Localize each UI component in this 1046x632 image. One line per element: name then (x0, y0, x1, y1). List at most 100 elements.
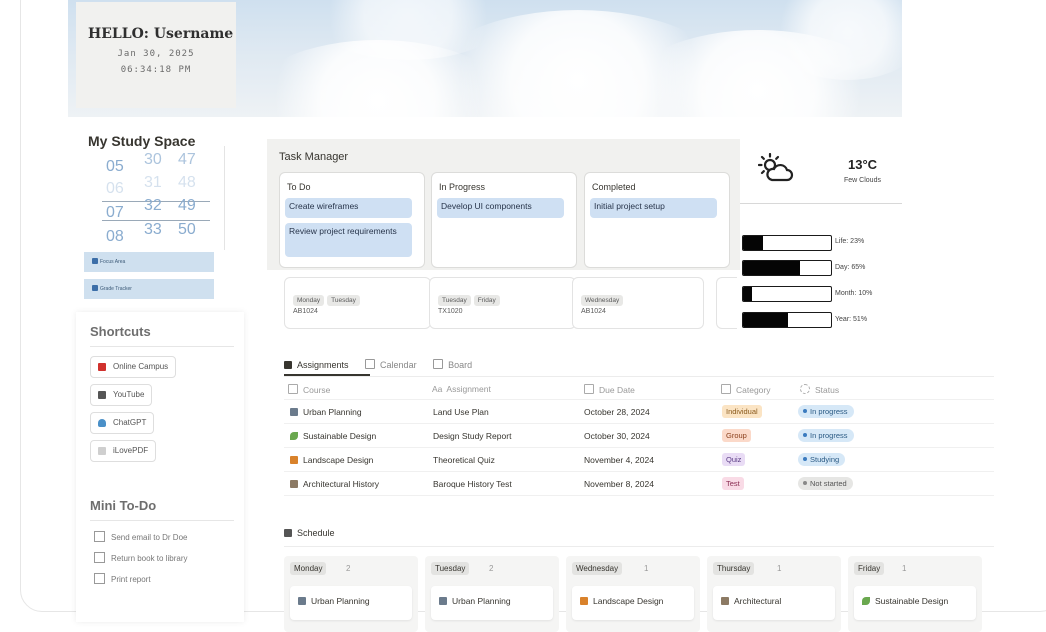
schedule-title: Schedule (284, 528, 335, 538)
chart-icon (92, 285, 98, 291)
completed-column: Completed Initial project setup (584, 172, 730, 268)
column-header-category[interactable]: Category (721, 384, 771, 395)
table-cell-course[interactable]: Landscape Design (290, 455, 373, 465)
list-icon (288, 384, 298, 394)
clock-minute: 32 (144, 197, 162, 214)
course-day-card[interactable]: Tuesday Friday TX1020 (429, 277, 576, 329)
clock-second: 48 (178, 174, 196, 191)
current-date: Jan 30, 2025 (117, 49, 195, 59)
shortcut-ilovepdf[interactable]: iLovePDF (90, 440, 157, 462)
schedule-event[interactable]: Urban Planning (431, 586, 553, 620)
course-day-card[interactable]: Monday Tuesday AB1024 (284, 277, 431, 329)
table-cell-assignment[interactable]: Theoretical Quiz (433, 455, 495, 465)
tab-board[interactable]: Board (433, 359, 472, 370)
category-badge: Group (722, 429, 751, 442)
status-icon (800, 384, 810, 394)
leaf-icon (290, 432, 298, 440)
column-header-course[interactable]: Course (288, 384, 330, 395)
column-icon (721, 597, 729, 605)
table-cell-course[interactable]: Architectural History (290, 479, 379, 489)
building-icon (298, 597, 306, 605)
schedule-event[interactable]: Urban Planning (290, 586, 412, 620)
course-code: AB1024 (293, 308, 318, 315)
clock-second: 50 (178, 221, 196, 238)
day-tag: Tuesday (438, 295, 471, 306)
month-progress-label: Month: 10% (835, 290, 873, 297)
table-cell-course[interactable]: Urban Planning (290, 407, 362, 417)
task-card[interactable]: Create wireframes (285, 198, 412, 218)
greeting-card: HELLO: Username Jan 30, 2025 06:34:18 PM (76, 2, 236, 108)
checkbox[interactable] (94, 573, 105, 584)
status-badge: Studying (798, 453, 846, 466)
shortcut-youtube[interactable]: YouTube (90, 384, 153, 406)
schedule-event[interactable]: Landscape Design (572, 586, 694, 620)
day-progress-label: Day: 65% (835, 264, 866, 271)
day-progress-bar (742, 260, 832, 276)
table-cell-due-date: October 30, 2024 (584, 431, 650, 441)
day-label: Monday (290, 562, 327, 575)
todo-item[interactable]: Return book to library (94, 552, 187, 563)
schedule-event[interactable]: Sustainable Design (854, 586, 976, 620)
landscape-icon (290, 456, 298, 464)
focus-area-button[interactable]: Focus Area (84, 252, 214, 272)
task-card[interactable]: Review project requirements (285, 223, 412, 257)
status-badge: In progress (798, 429, 854, 442)
year-progress-bar (742, 312, 832, 328)
table-cell-course[interactable]: Sustainable Design (290, 431, 376, 441)
grade-tracker-button[interactable]: Grade Tracker (84, 279, 214, 299)
column-header-due-date[interactable]: Due Date (584, 384, 635, 395)
clock-hour: 06 (106, 180, 124, 197)
day-count: 1 (777, 564, 782, 573)
todo-item[interactable]: Send email to Dr Doe (94, 531, 187, 542)
weather-widget: 13°C Few Clouds (740, 139, 902, 204)
shortcut-online-campus[interactable]: Online Campus (90, 356, 177, 378)
clock-minute: 33 (144, 221, 162, 238)
todo-item[interactable]: Print report (94, 573, 151, 584)
progress-fill (743, 313, 788, 327)
shortcut-chatgpt[interactable]: ChatGPT (90, 412, 155, 434)
target-icon (92, 258, 98, 264)
category-badge: Individual (722, 405, 762, 418)
table-cell-assignment[interactable]: Baroque History Test (433, 479, 512, 489)
in-progress-column: In Progress Develop UI components (431, 172, 577, 268)
mini-todo-title: Mini To-Do (90, 498, 157, 513)
bus-icon (284, 529, 292, 537)
task-card[interactable]: Develop UI components (437, 198, 564, 218)
table-cell-assignment[interactable]: Land Use Plan (433, 407, 489, 417)
day-count: 1 (644, 564, 649, 573)
tv-icon (98, 391, 106, 399)
current-time: 06:34:18 PM (120, 65, 192, 75)
category-badge: Test (722, 477, 744, 490)
weather-description: Few Clouds (844, 177, 881, 184)
course-day-card-partial[interactable] (716, 277, 737, 329)
table-cell-due-date: November 8, 2024 (584, 479, 654, 489)
clock-minute: 31 (144, 174, 162, 191)
tab-assignments[interactable]: Assignments (284, 360, 349, 370)
column-header-assignment[interactable]: Aa Assignment (432, 384, 491, 394)
schedule-day-thursday: Thursday 1 Architectural (707, 556, 841, 632)
course-code: TX1020 (438, 308, 463, 315)
course-day-card[interactable]: Wednesday AB1024 (572, 277, 704, 329)
task-manager: Task Manager To Do Create wireframes Rev… (267, 139, 740, 270)
flip-clock: 05 30 47 06 31 48 07 32 49 08 33 50 (88, 146, 225, 250)
schedule-event[interactable]: Architectural (713, 586, 835, 620)
day-label: Wednesday (572, 562, 623, 575)
year-progress-label: Year: 51% (835, 316, 868, 323)
day-label: Friday (854, 562, 885, 575)
checkbox[interactable] (94, 531, 105, 542)
status-badge: In progress (798, 405, 854, 418)
column-header-status[interactable]: Status (800, 384, 839, 395)
life-progress-bar (742, 235, 832, 251)
day-count: 2 (346, 564, 351, 573)
board-icon (433, 359, 444, 369)
book-icon (98, 363, 106, 371)
checkbox[interactable] (94, 552, 105, 563)
tag-icon (721, 384, 731, 394)
table-cell-assignment[interactable]: Design Study Report (433, 431, 511, 441)
day-label: Tuesday (431, 562, 470, 575)
landscape-icon (580, 597, 588, 605)
progress-fill (743, 261, 801, 275)
tab-calendar[interactable]: Calendar (365, 359, 417, 370)
building-icon (439, 597, 447, 605)
task-card[interactable]: Initial project setup (590, 198, 717, 218)
